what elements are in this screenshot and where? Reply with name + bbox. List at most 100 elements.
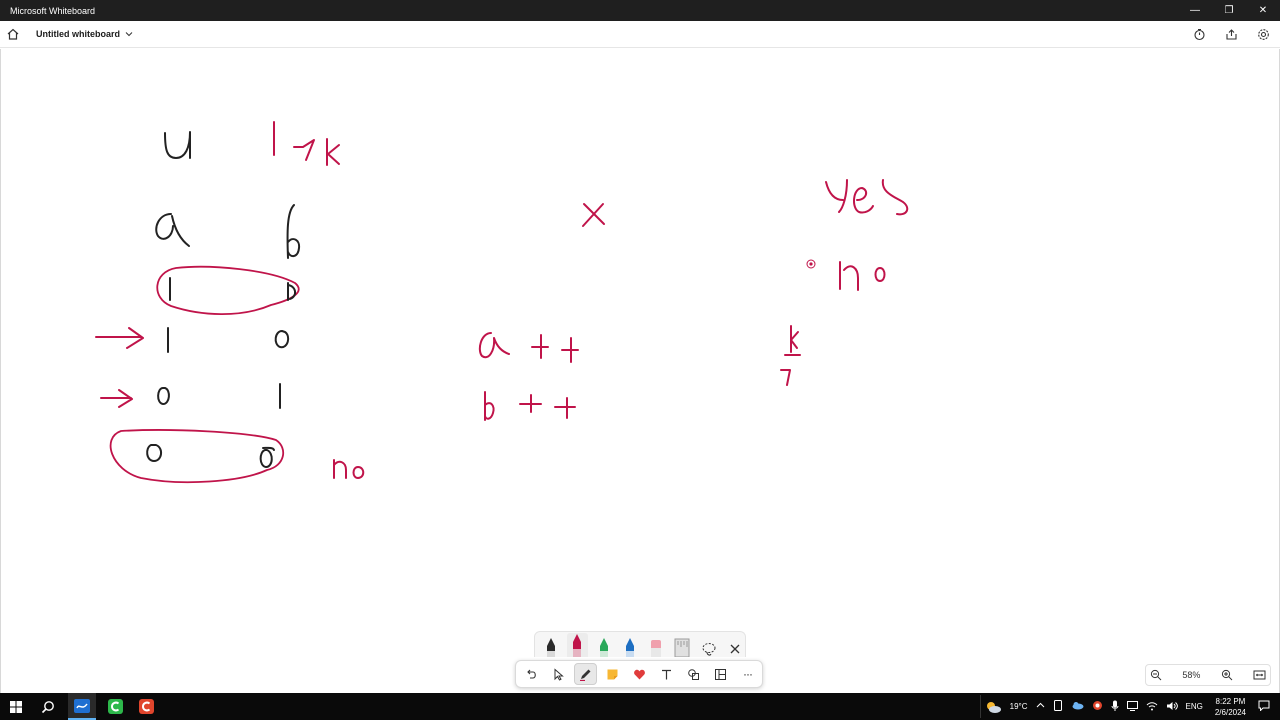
templates-button[interactable] — [709, 663, 732, 685]
ink-stroke — [484, 391, 495, 421]
ink-stroke — [790, 325, 799, 353]
shapes-icon — [688, 668, 699, 680]
ink-stroke — [274, 330, 290, 349]
camtasia-green-icon — [107, 699, 123, 714]
minimize-button[interactable]: — — [1178, 0, 1212, 21]
lasso-icon — [702, 643, 716, 656]
text-button[interactable] — [655, 663, 678, 685]
close-pen-tray-button[interactable] — [725, 633, 745, 657]
chevron-down-icon — [125, 32, 133, 37]
pen-icon — [580, 669, 591, 681]
ink-stroke — [109, 429, 285, 484]
volume-button[interactable] — [1166, 701, 1178, 713]
close-icon — [730, 644, 740, 654]
restore-button[interactable]: ❐ — [1212, 0, 1246, 21]
red-pen[interactable] — [567, 633, 588, 657]
sticky-note-button[interactable] — [601, 663, 624, 685]
board-name: Untitled whiteboard — [36, 29, 120, 39]
select-button[interactable] — [547, 663, 570, 685]
notification-icon — [1258, 700, 1270, 712]
undo-button[interactable] — [520, 663, 543, 685]
notifications-button[interactable] — [1258, 700, 1270, 713]
weather-temperature[interactable]: 19°C — [1010, 702, 1028, 711]
wifi-icon — [1146, 701, 1157, 710]
whiteboard-canvas[interactable] — [0, 49, 1280, 693]
gear-icon — [1257, 29, 1269, 40]
ink-cursor-dot — [809, 262, 813, 266]
speaker-icon — [1166, 701, 1178, 710]
close-button[interactable]: ✕ — [1246, 0, 1280, 21]
cloud-icon — [1072, 702, 1084, 710]
record-icon — [1092, 701, 1102, 710]
network-button[interactable] — [1146, 701, 1158, 713]
search-icon — [41, 700, 54, 713]
board-name-menu[interactable]: Untitled whiteboard — [36, 29, 133, 39]
fit-to-screen-button[interactable] — [1253, 669, 1266, 681]
pen-tool-button[interactable] — [574, 663, 597, 685]
taskbar-whiteboard-app[interactable] — [68, 693, 96, 720]
phone-link-icon — [1053, 700, 1062, 711]
ink-stroke — [155, 213, 190, 247]
more-icon: ··· — [743, 667, 753, 681]
reaction-button[interactable] — [628, 663, 651, 685]
onedrive-button[interactable] — [1071, 701, 1084, 712]
os-taskbar: 19°C ENG 8:22 PM 2/6/2024 — [0, 693, 1280, 720]
window-title: Microsoft Whiteboard — [10, 5, 96, 16]
blue-pen[interactable] — [620, 633, 640, 657]
main-toolbar: ··· — [515, 660, 763, 688]
zoom-out-button[interactable] — [1150, 669, 1162, 681]
select-icon — [554, 667, 564, 681]
sticky-note-icon — [607, 669, 618, 679]
app-header: Untitled whiteboard — [0, 21, 1280, 48]
clock[interactable]: 8:22 PM 2/6/2024 — [1215, 696, 1246, 718]
weather-icon[interactable] — [984, 700, 1002, 714]
highlighter[interactable] — [646, 633, 666, 657]
home-icon — [7, 28, 19, 40]
ink-stroke — [286, 204, 301, 259]
shapes-button[interactable] — [682, 663, 705, 685]
ruler-icon — [674, 638, 690, 657]
more-button[interactable]: ··· — [736, 663, 759, 685]
ink-layer[interactable] — [1, 49, 1279, 693]
ink-stroke — [554, 397, 576, 419]
zoom-level[interactable]: 58% — [1182, 670, 1200, 680]
ink-stroke — [478, 332, 510, 359]
start-button[interactable] — [4, 693, 28, 720]
search-button[interactable] — [36, 693, 60, 720]
ink-stroke — [780, 369, 791, 386]
language-indicator[interactable]: ENG — [1186, 702, 1203, 711]
heart-icon — [634, 669, 645, 679]
camtasia-red-icon — [138, 699, 154, 714]
recording-tray-icon[interactable] — [1092, 700, 1103, 713]
home-button[interactable] — [0, 21, 26, 47]
taskbar-app-red[interactable] — [134, 693, 158, 720]
ink-stroke — [825, 179, 848, 213]
microphone-button[interactable] — [1111, 700, 1119, 713]
share-button[interactable] — [1220, 24, 1242, 46]
ink-stroke — [352, 466, 365, 479]
zoom-in-button[interactable] — [1221, 669, 1233, 681]
ink-stroke — [100, 389, 133, 408]
highlighter-icon — [651, 640, 662, 657]
ink-stroke — [326, 138, 340, 166]
ruler[interactable] — [672, 633, 692, 657]
ink-stroke — [333, 459, 347, 479]
display-tray-icon[interactable] — [1126, 700, 1138, 713]
timer-icon — [1193, 28, 1205, 41]
taskbar-app-green[interactable] — [103, 693, 127, 720]
lasso-tool[interactable] — [699, 633, 719, 657]
ink-stroke — [95, 327, 144, 349]
settings-button[interactable] — [1252, 24, 1274, 46]
timer-button[interactable] — [1188, 24, 1210, 46]
green-pen[interactable] — [594, 633, 614, 657]
ink-stroke — [259, 446, 275, 468]
pen-icon — [547, 638, 556, 657]
ink-stroke — [164, 131, 191, 159]
black-pen[interactable] — [541, 633, 561, 657]
ink-stroke — [157, 387, 170, 405]
show-hidden-icons-button[interactable] — [1036, 701, 1045, 712]
windows-logo-icon — [10, 700, 22, 713]
ink-stroke — [146, 444, 162, 462]
tray-app-icon[interactable] — [1053, 700, 1063, 713]
ink-stroke — [853, 187, 874, 214]
